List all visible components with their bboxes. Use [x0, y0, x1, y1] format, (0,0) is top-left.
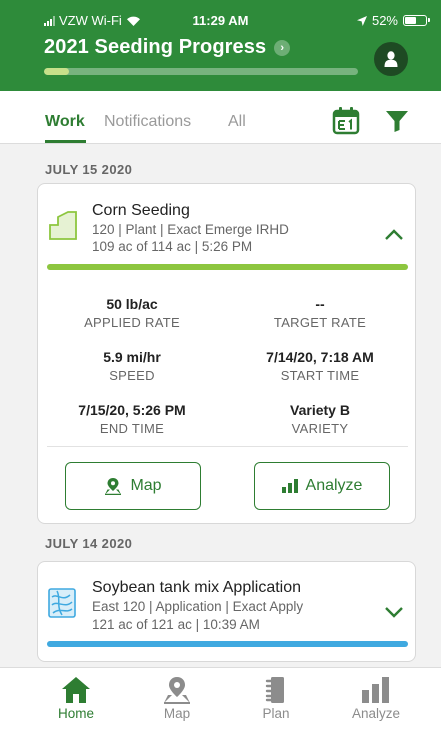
season-selector[interactable]: 2021 Seeding Progress › [44, 36, 291, 59]
map-button-label: Map [130, 477, 162, 494]
header: VZW Wi-Fi 11:29 AM 52% 2021 Seeding Prog… [0, 0, 441, 91]
season-progress-fill [44, 68, 70, 75]
operation-card[interactable]: Corn Seeding 120 | Plant | Exact Emerge … [37, 183, 416, 524]
nav-label: Analyze [351, 706, 401, 721]
nav-label: Plan [262, 706, 290, 721]
operation-progress-text: 121 ac of 121 ac | 10:39 AM [92, 617, 260, 632]
field-boundary-icon [49, 211, 77, 240]
plan-icon [265, 677, 284, 703]
tab-all[interactable]: All [228, 113, 246, 131]
analyze-button-label: Analyze [305, 477, 363, 494]
operation-progress-text: 109 ac of 114 ac | 5:26 PM [92, 239, 253, 254]
bottom-nav: Home Map Plan Analyze [0, 667, 441, 729]
nav-label: Map [163, 706, 191, 721]
stat-value: -- [315, 296, 325, 312]
user-icon [384, 51, 398, 67]
stat-value: 7/14/20, 7:18 AM [266, 349, 374, 365]
chevron-up-icon[interactable] [384, 229, 404, 241]
stat-start-time: 7/14/20, 7:18 AM START TIME [235, 349, 405, 383]
location-arrow-icon [356, 15, 367, 26]
stat-label: TARGET RATE [273, 315, 367, 330]
operation-name: Soybean tank mix Application [92, 579, 302, 596]
application-map-icon [48, 588, 76, 618]
operation-progress-bar [47, 641, 408, 647]
card-divider [47, 446, 408, 447]
calendar-icon[interactable] [331, 106, 361, 136]
home-icon [62, 677, 90, 703]
stat-label: START TIME [280, 368, 360, 383]
nav-plan[interactable]: Plan [231, 668, 321, 729]
operation-name: Corn Seeding [92, 202, 190, 219]
stat-speed: 5.9 mi/hr SPEED [47, 349, 217, 383]
stat-label: END TIME [99, 421, 165, 436]
operation-progress-bar [47, 264, 408, 270]
nav-label: Home [57, 706, 94, 721]
app-screen: VZW Wi-Fi 11:29 AM 52% 2021 Seeding Prog… [0, 0, 441, 729]
analyze-button[interactable]: Analyze [254, 462, 390, 510]
tab-work[interactable]: Work [45, 113, 85, 131]
stat-label: APPLIED RATE [84, 315, 180, 330]
filter-icon[interactable] [385, 110, 409, 132]
active-tab-indicator [45, 140, 86, 143]
stat-applied-rate: 50 lb/ac APPLIED RATE [47, 296, 217, 330]
date-header: JULY 15 2020 [45, 162, 133, 177]
stat-value: 5.9 mi/hr [103, 349, 161, 365]
analyze-icon [362, 677, 389, 703]
profile-button[interactable] [374, 42, 408, 76]
stat-value: Variety B [290, 402, 350, 418]
stat-label: VARIETY [291, 421, 349, 436]
map-button[interactable]: Map [65, 462, 201, 510]
chevron-right-icon: › [274, 39, 291, 56]
tab-bar: Work Notifications All [0, 91, 441, 144]
nav-analyze[interactable]: Analyze [331, 668, 421, 729]
stat-value: 7/15/20, 5:26 PM [78, 402, 186, 418]
bar-chart-icon [281, 479, 298, 493]
stat-target-rate: -- TARGET RATE [235, 296, 405, 330]
map-pin-icon [164, 677, 190, 704]
page-title: 2021 Seeding Progress [44, 36, 267, 58]
chevron-down-icon[interactable] [384, 606, 404, 618]
nav-home[interactable]: Home [31, 668, 121, 729]
stat-label: SPEED [109, 368, 155, 383]
stat-value: 50 lb/ac [106, 296, 158, 312]
operation-details: 120 | Plant | Exact Emerge IRHD [92, 222, 289, 237]
operation-card[interactable]: Soybean tank mix Application East 120 | … [37, 561, 416, 662]
tab-notifications[interactable]: Notifications [104, 113, 191, 131]
status-bar: VZW Wi-Fi 11:29 AM 52% [0, 13, 441, 33]
season-progress-bar [44, 68, 358, 75]
battery-icon [403, 15, 430, 26]
map-pin-icon [105, 478, 122, 495]
nav-map[interactable]: Map [132, 668, 222, 729]
status-right: 52% [356, 13, 430, 28]
operation-details: East 120 | Application | Exact Apply [92, 599, 304, 614]
battery-percent: 52% [371, 13, 398, 28]
date-header: JULY 14 2020 [45, 536, 133, 551]
stat-end-time: 7/15/20, 5:26 PM END TIME [47, 402, 217, 436]
stat-variety: Variety B VARIETY [235, 402, 405, 436]
